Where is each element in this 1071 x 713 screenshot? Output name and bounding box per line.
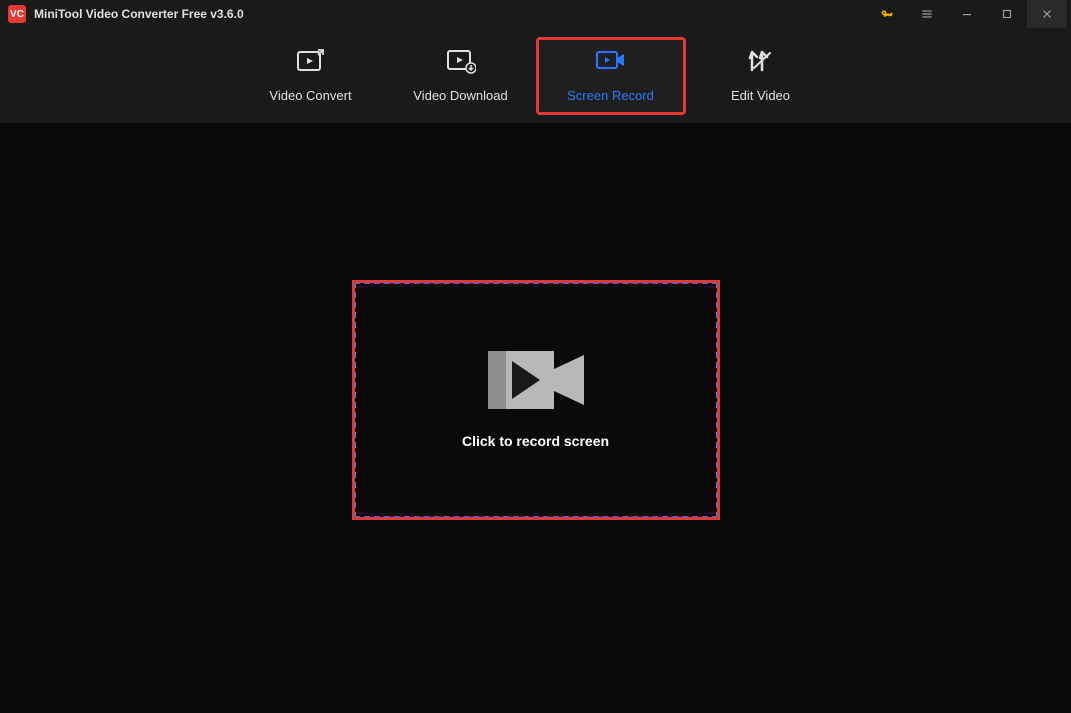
content-area: Click to record screen xyxy=(0,124,1071,713)
tab-edit-video[interactable]: Edit Video xyxy=(686,37,836,115)
titlebar: VC MiniTool Video Converter Free v3.6.0 xyxy=(0,0,1071,28)
record-prompt-text: Click to record screen xyxy=(462,433,609,449)
close-icon xyxy=(1040,7,1054,21)
minimize-icon xyxy=(960,7,974,21)
record-screen-button[interactable]: Click to record screen xyxy=(354,282,718,518)
screen-record-icon xyxy=(595,48,627,74)
tab-label: Video Convert xyxy=(269,88,351,103)
close-button[interactable] xyxy=(1027,0,1067,28)
edit-video-icon xyxy=(748,48,774,74)
hamburger-icon xyxy=(920,7,934,21)
app-title: MiniTool Video Converter Free v3.6.0 xyxy=(34,7,244,21)
tab-video-convert[interactable]: Video Convert xyxy=(236,37,386,115)
maximize-button[interactable] xyxy=(987,0,1027,28)
upgrade-key-button[interactable] xyxy=(867,0,907,28)
camera-icon xyxy=(488,351,584,409)
video-convert-icon xyxy=(296,48,326,74)
menu-button[interactable] xyxy=(907,0,947,28)
tab-video-download[interactable]: Video Download xyxy=(386,37,536,115)
main-nav: Video Convert Video Download Screen Reco… xyxy=(0,28,1071,124)
key-icon xyxy=(880,7,894,21)
video-download-icon xyxy=(446,48,476,74)
tab-label: Video Download xyxy=(413,88,507,103)
maximize-icon xyxy=(1000,7,1014,21)
tab-label: Screen Record xyxy=(567,88,654,103)
tab-screen-record[interactable]: Screen Record xyxy=(536,37,686,115)
app-logo: VC xyxy=(8,5,26,23)
tab-label: Edit Video xyxy=(731,88,790,103)
minimize-button[interactable] xyxy=(947,0,987,28)
